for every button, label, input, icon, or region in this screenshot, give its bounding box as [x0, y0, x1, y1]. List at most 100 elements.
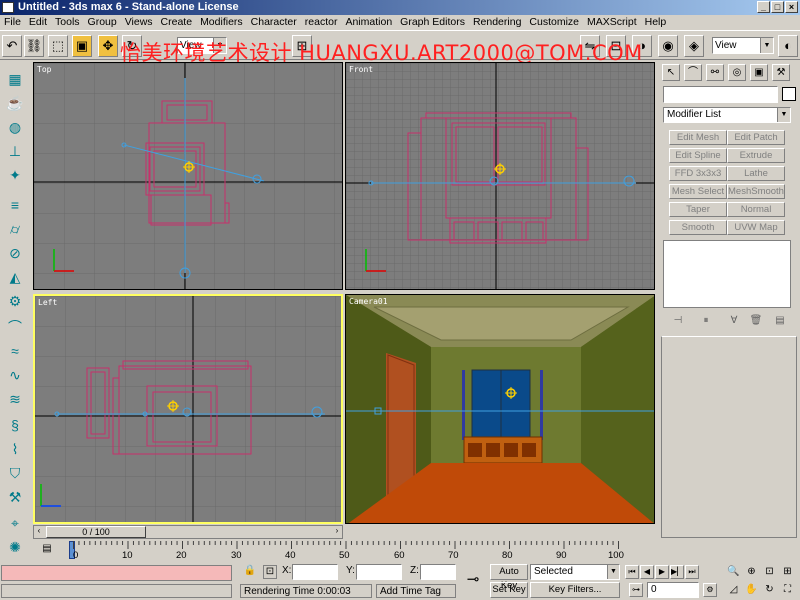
modify-tab-icon[interactable]: ⌒	[684, 64, 702, 81]
chevron-right-icon[interactable]: ›	[332, 526, 342, 538]
modifier-button-meshsmooth[interactable]: MeshSmooth	[727, 184, 785, 199]
key-mode-toggle-icon[interactable]: ⊶	[629, 583, 643, 597]
object-color-swatch[interactable]	[782, 87, 796, 101]
set-key-button[interactable]: Set Key	[490, 582, 528, 598]
go-to-end-icon[interactable]: ⏭	[685, 565, 699, 579]
menu-graph-editors[interactable]: Graph Editors	[396, 15, 469, 30]
time-configuration-icon[interactable]: ⚙	[703, 583, 717, 597]
lamp-icon[interactable]: ⊥	[4, 140, 26, 162]
modifier-button-ffd[interactable]: FFD 3x3x3	[669, 166, 727, 181]
viewport-camera[interactable]: Camera01	[345, 294, 655, 524]
cone-icon[interactable]: ◭	[4, 266, 26, 288]
cylinder-icon[interactable]: ⌭	[4, 218, 26, 240]
cup-icon[interactable]: ⛉	[4, 462, 26, 484]
minimize-button[interactable]: _	[757, 1, 770, 13]
key-mode-select[interactable]: Selected ▼	[530, 564, 620, 580]
star-icon[interactable]: ✦	[4, 164, 26, 186]
modifier-button-mesh-select[interactable]: Mesh Select	[669, 184, 727, 199]
select-by-name-icon[interactable]: ▣	[72, 35, 92, 57]
undo-icon[interactable]: ↶	[2, 35, 22, 57]
menu-help[interactable]: Help	[641, 15, 671, 30]
teapot-icon[interactable]: ☕	[4, 92, 26, 114]
menu-group[interactable]: Group	[84, 15, 121, 30]
close-button[interactable]: ×	[785, 1, 798, 13]
render-scene-icon[interactable]: ◉	[658, 35, 678, 57]
chevron-left-icon[interactable]: ‹	[34, 526, 44, 538]
menu-reactor[interactable]: reactor	[301, 15, 342, 30]
menu-character[interactable]: Character	[247, 15, 301, 30]
pan-icon[interactable]: ✋	[744, 582, 759, 597]
field-of-view-icon[interactable]: ◿	[726, 582, 741, 597]
menu-edit[interactable]: Edit	[25, 15, 51, 30]
stack-icon[interactable]: ≡	[4, 194, 26, 216]
menu-rendering[interactable]: Rendering	[469, 15, 525, 30]
lock-icon[interactable]: 🔒	[243, 565, 257, 579]
next-frame-icon[interactable]: ▶▏	[670, 565, 684, 579]
viewport-label[interactable]: Left	[38, 298, 57, 307]
modifier-button-smooth[interactable]: Smooth	[669, 220, 727, 235]
zoom-all-icon[interactable]: ⊕	[744, 564, 759, 579]
create-tab-icon[interactable]: ↖	[662, 64, 680, 81]
modifier-button-edit-spline[interactable]: Edit Spline	[669, 148, 727, 163]
camera-icon[interactable]: ⌖	[4, 512, 26, 534]
select-region-icon[interactable]: ⬚	[48, 35, 68, 57]
hierarchy-tab-icon[interactable]: ⚯	[706, 64, 724, 81]
y-coordinate-field[interactable]	[356, 564, 402, 580]
menu-customize[interactable]: Customize	[525, 15, 583, 30]
app-icon[interactable]	[2, 2, 14, 13]
capsule-icon[interactable]: ⊘	[4, 242, 26, 264]
twist-icon[interactable]: ≋	[4, 388, 26, 410]
zoom-extents-all-icon[interactable]: ⊞	[780, 564, 795, 579]
object-name-field[interactable]	[663, 86, 778, 103]
previous-frame-icon[interactable]: ◀	[640, 565, 654, 579]
x-coordinate-field[interactable]	[292, 564, 338, 580]
select-move-icon[interactable]: ✥	[98, 35, 118, 57]
menu-create[interactable]: Create	[157, 15, 197, 30]
motion-tab-icon[interactable]: ◎	[728, 64, 746, 81]
add-time-tag-button[interactable]: Add Time Tag	[376, 584, 456, 598]
viewport-front[interactable]: Front	[345, 62, 655, 290]
maximize-button[interactable]: □	[771, 1, 784, 13]
zoom-extents-icon[interactable]: ⊡	[762, 564, 777, 579]
select-link-icon[interactable]: ⛓	[24, 35, 44, 57]
quick-render-icon[interactable]: ◈	[684, 35, 704, 57]
modifier-stack[interactable]	[663, 240, 791, 308]
key-icon[interactable]: ⊸	[460, 570, 486, 588]
viewport-label[interactable]: Front	[349, 65, 373, 74]
viewport-label[interactable]: Camera01	[349, 297, 388, 306]
play-icon[interactable]: ▶	[655, 565, 669, 579]
menu-file[interactable]: File	[0, 15, 25, 30]
spinner-icon[interactable]: ✺	[4, 536, 26, 558]
spring-icon[interactable]: ⌇	[4, 438, 26, 460]
auto-key-button[interactable]: Auto Key	[490, 564, 528, 591]
menu-views[interactable]: Views	[121, 15, 157, 30]
time-slider-knob[interactable]: 0 / 100	[46, 526, 146, 538]
helix-icon[interactable]: §	[4, 414, 26, 436]
named-selection-select[interactable]: View ▼	[712, 37, 774, 54]
menu-maxscript[interactable]: MAXScript	[583, 15, 641, 30]
z-coordinate-field[interactable]	[420, 564, 456, 580]
maxscript-listener-bar[interactable]	[1, 565, 232, 581]
go-to-start-icon[interactable]: ⏮	[625, 565, 639, 579]
modifier-button-uvw-map[interactable]: UVW Map	[727, 220, 785, 235]
hammer-icon[interactable]: ⚒	[4, 486, 26, 508]
viewport-top[interactable]: Top	[33, 62, 343, 290]
utilities-tab-icon[interactable]: ⚒	[772, 64, 790, 81]
modifier-button-normal[interactable]: Normal	[727, 202, 785, 217]
create-box-icon[interactable]: ▦	[4, 68, 26, 90]
modifier-button-lathe[interactable]: Lathe	[727, 166, 785, 181]
ripple-icon[interactable]: ∿	[4, 364, 26, 386]
viewport-left[interactable]: Left	[33, 294, 343, 524]
current-frame-field[interactable]: 0	[647, 582, 699, 598]
gear-icon[interactable]: ⚙	[4, 290, 26, 312]
zoom-icon[interactable]: 🔍	[726, 564, 741, 579]
absolute-mode-icon[interactable]: ⊡	[263, 565, 277, 579]
show-end-result-icon[interactable]: ⏸	[697, 312, 715, 329]
make-unique-icon[interactable]: ∀	[725, 312, 743, 329]
configure-modifier-sets-icon[interactable]: ▤	[771, 312, 789, 329]
menu-modifiers[interactable]: Modifiers	[196, 15, 247, 30]
viewport-label[interactable]: Top	[37, 65, 51, 74]
time-slider[interactable]: ‹ 0 / 100 ›	[33, 525, 343, 539]
modifier-button-edit-patch[interactable]: Edit Patch	[727, 130, 785, 145]
modifier-button-edit-mesh[interactable]: Edit Mesh	[669, 130, 727, 145]
